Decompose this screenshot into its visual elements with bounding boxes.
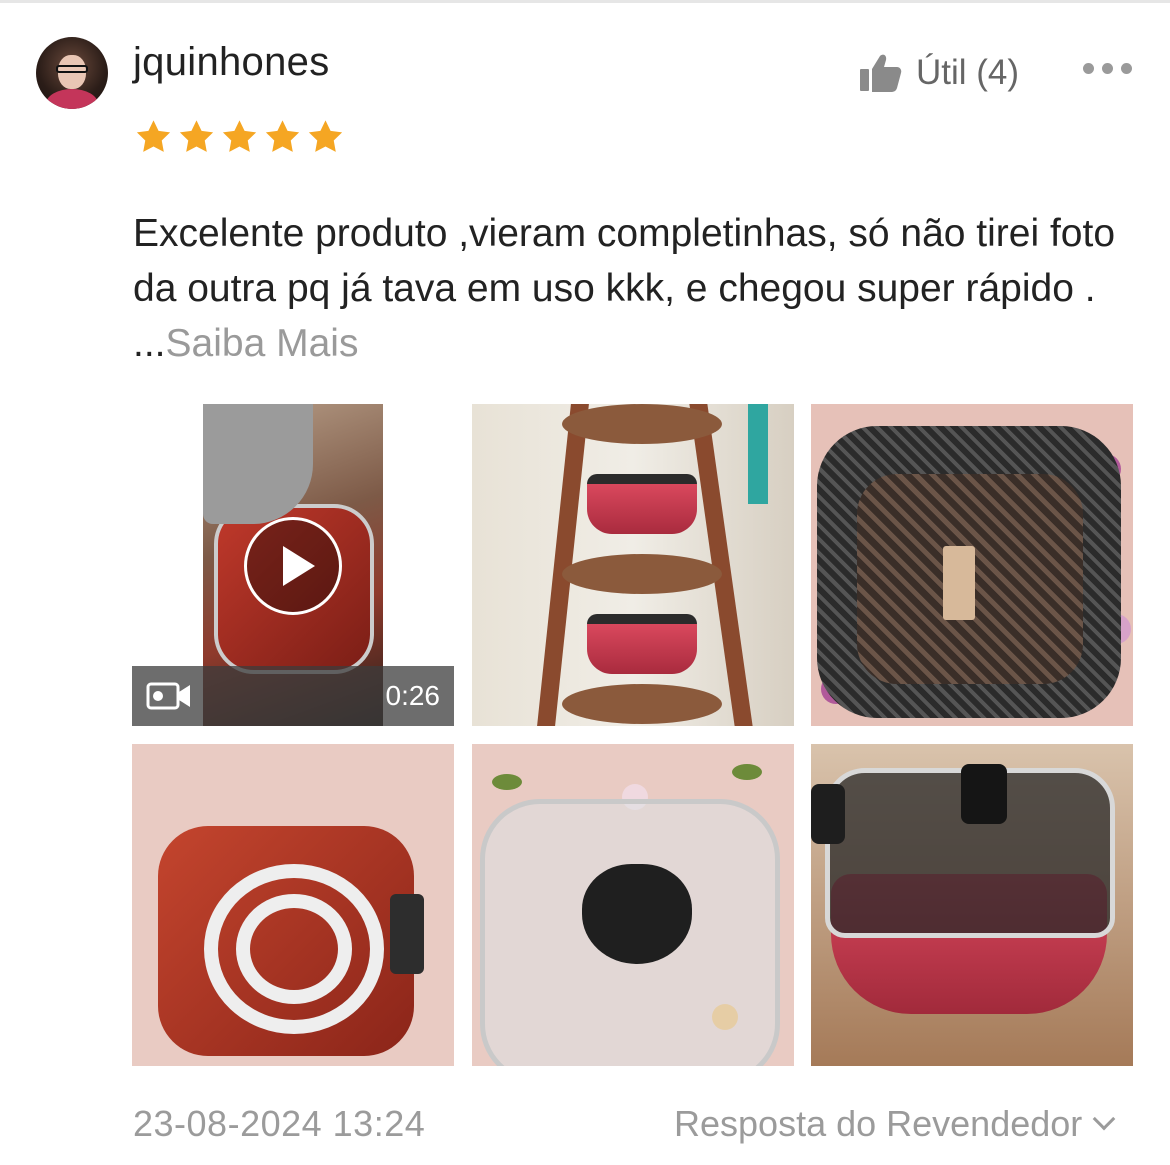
review-text: Excelente produto ,vieram completinhas, … <box>133 206 1133 371</box>
chevron-down-icon <box>1092 1107 1116 1131</box>
review-photo[interactable] <box>472 744 794 1066</box>
helpful-button[interactable]: Útil (4) <box>858 50 1019 96</box>
video-camera-icon <box>146 682 190 710</box>
star-icon <box>222 120 257 152</box>
review-photo[interactable] <box>811 404 1133 726</box>
review-video-thumbnail[interactable]: 0:26 <box>132 404 454 726</box>
username[interactable]: jquinhones <box>133 40 330 85</box>
star-rating <box>134 118 345 156</box>
user-avatar[interactable] <box>36 37 108 109</box>
review-date: 23-08-2024 13:24 <box>133 1103 426 1144</box>
top-divider <box>0 0 1170 3</box>
video-info-bar: 0:26 <box>132 666 454 726</box>
thumbs-up-icon <box>860 54 902 92</box>
review-photo[interactable] <box>811 744 1133 1066</box>
play-icon[interactable] <box>244 517 342 615</box>
star-icon <box>265 120 300 152</box>
star-icon <box>179 120 214 152</box>
seller-reply-toggle[interactable]: Resposta do Revendedor <box>674 1103 1116 1145</box>
video-duration: 0:26 <box>385 680 441 711</box>
seller-reply-label: Resposta do Revendedor <box>674 1103 1083 1144</box>
media-grid: 0:26 <box>132 404 1134 1066</box>
review-photo[interactable] <box>472 404 794 726</box>
more-options-icon[interactable] <box>1083 63 1132 74</box>
helpful-label: Útil (4) <box>916 53 1020 92</box>
read-more-link[interactable]: Saiba Mais <box>166 322 359 365</box>
review-photo[interactable] <box>132 744 454 1066</box>
star-icon <box>308 120 343 152</box>
star-icon <box>136 120 171 152</box>
